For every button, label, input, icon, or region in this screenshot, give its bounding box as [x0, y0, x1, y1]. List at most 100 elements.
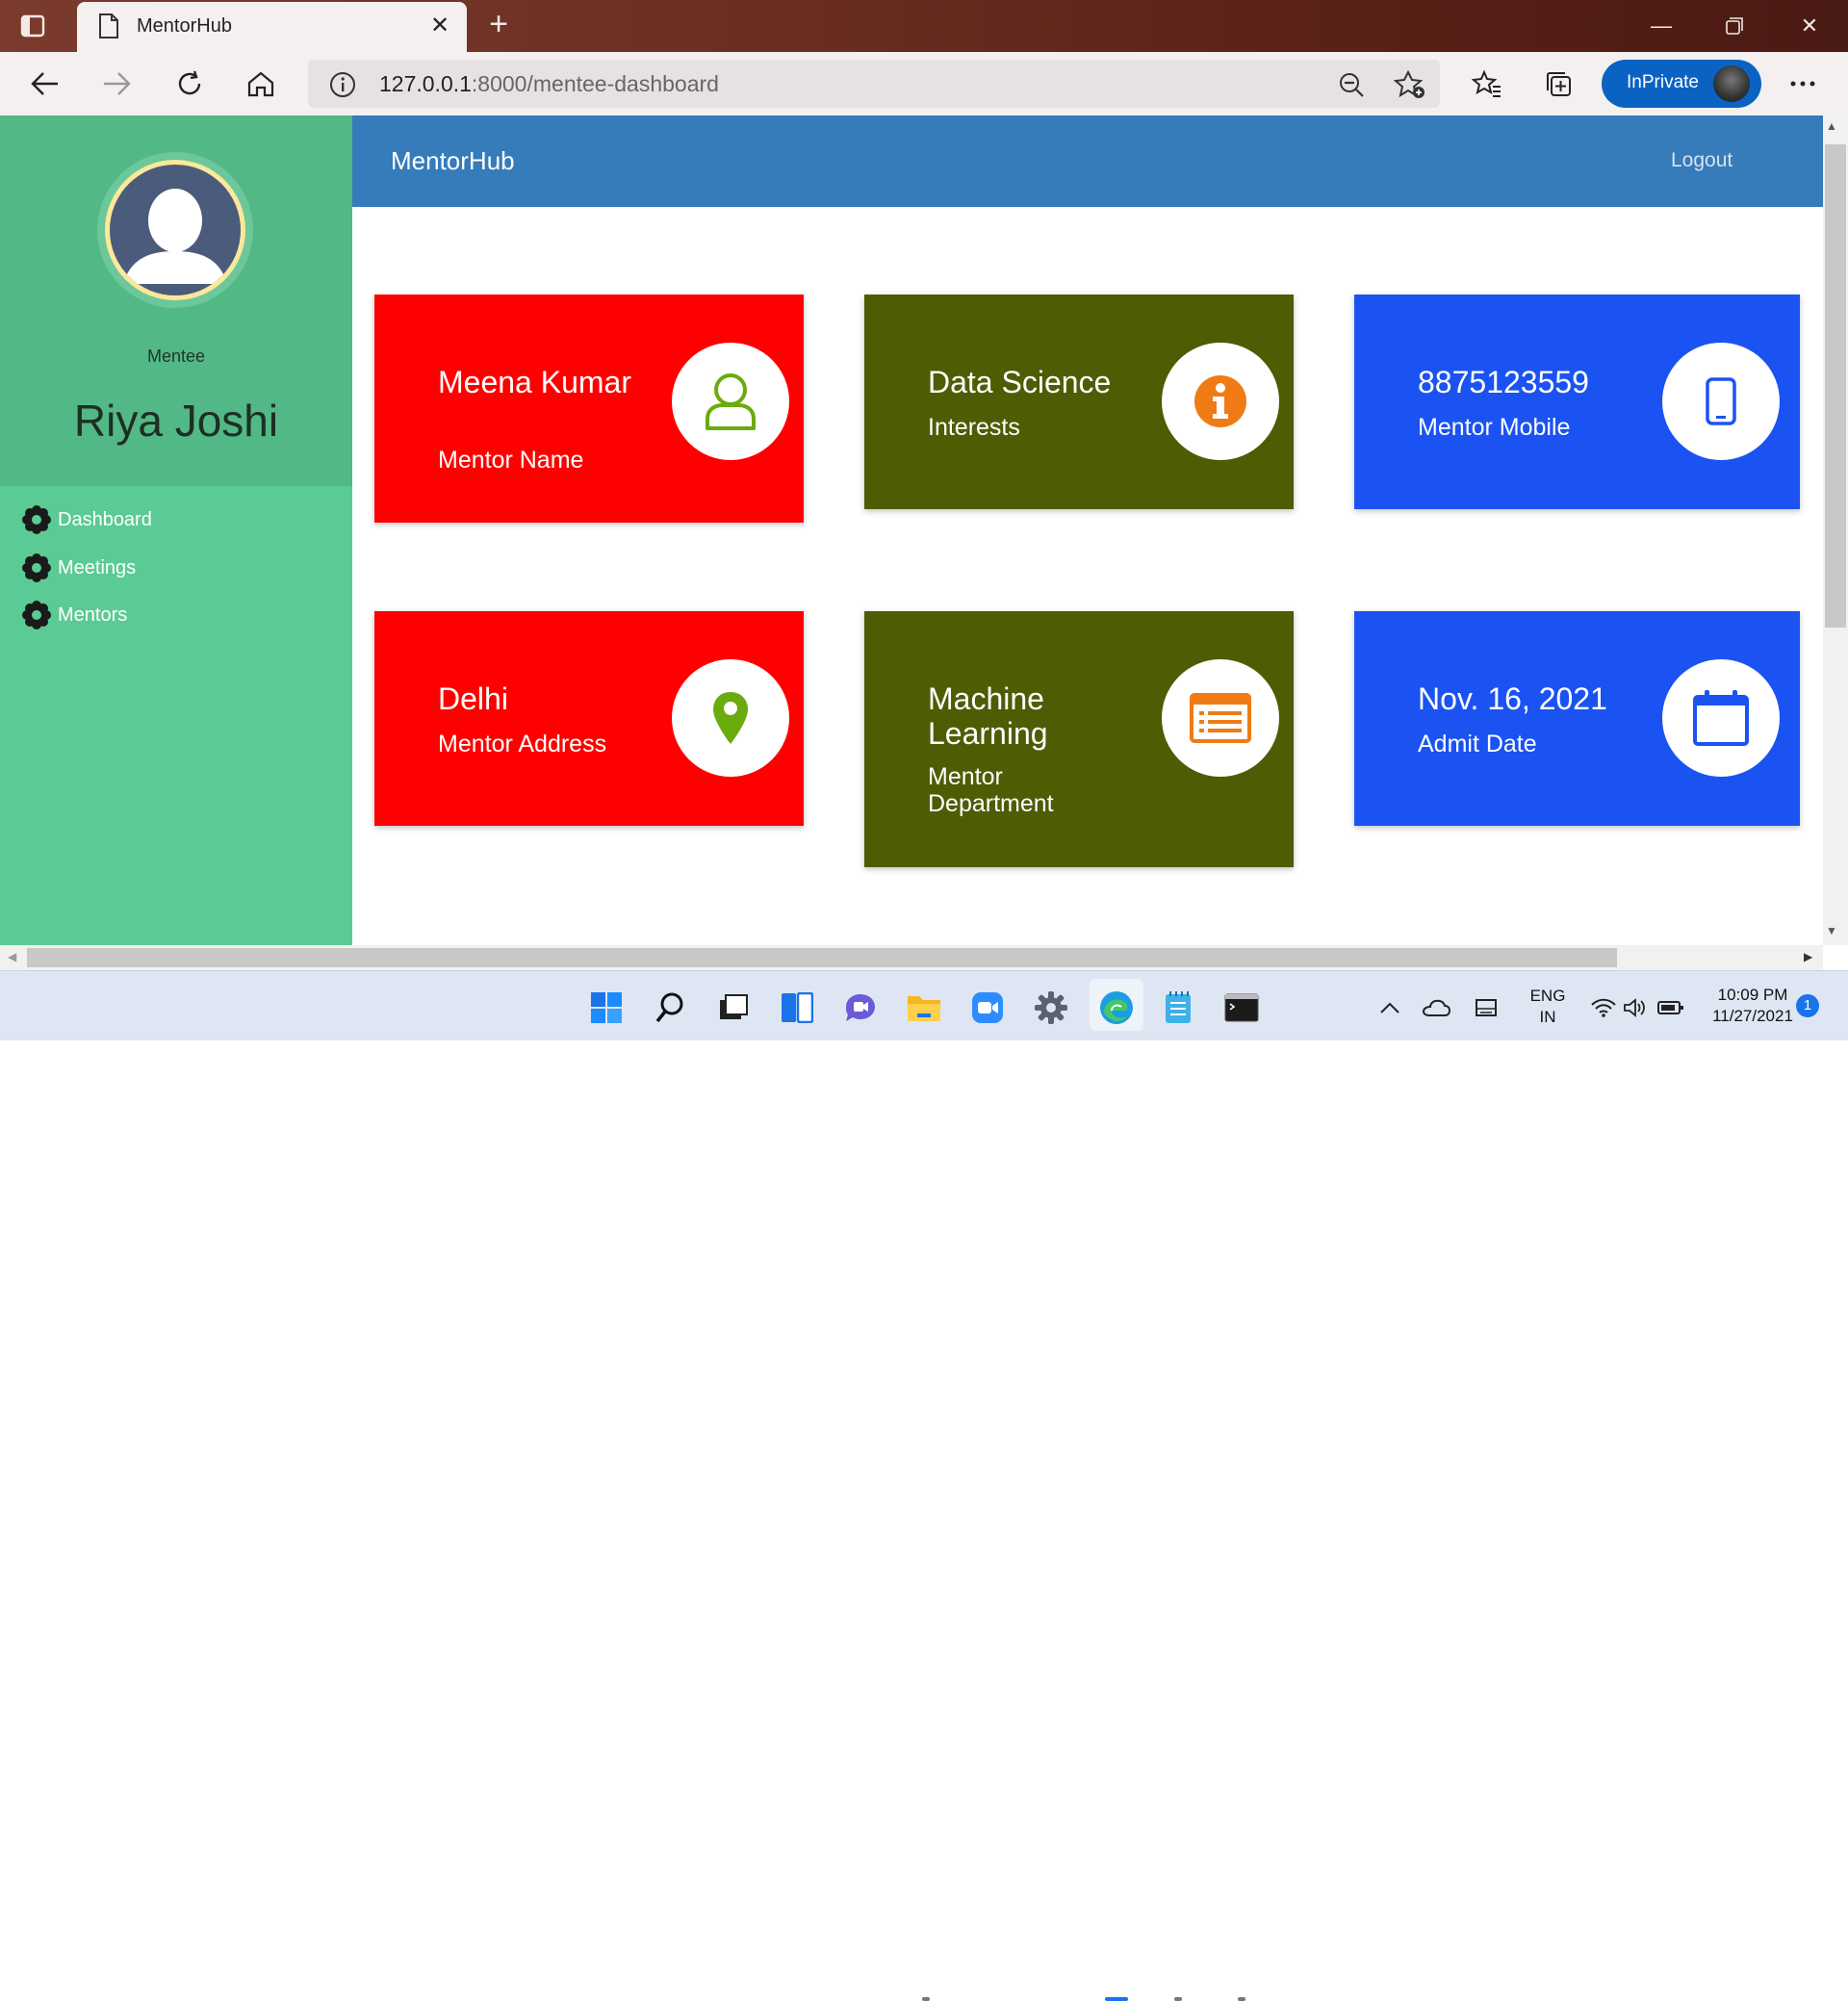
search-icon: [655, 992, 683, 1023]
list-icon: [1190, 693, 1251, 743]
zoom-video-icon: [972, 992, 1003, 1023]
language-indicator[interactable]: ENG IN: [1519, 986, 1577, 1028]
settings-gear-icon: [1035, 991, 1067, 1024]
scroll-left-icon[interactable]: ◀: [8, 950, 16, 963]
url-host: 127.0.0.1: [379, 71, 472, 96]
more-icon: [1790, 81, 1815, 87]
start-button[interactable]: [587, 988, 626, 1027]
card-interests: Data Science Interests: [864, 295, 1294, 509]
back-arrow-icon: [31, 72, 58, 95]
terminal-button[interactable]: [1222, 988, 1261, 1027]
widgets-button[interactable]: [778, 988, 816, 1027]
browser-tab[interactable]: MentorHub ✕: [77, 2, 467, 52]
collections-button[interactable]: [1536, 64, 1580, 104]
scroll-down-icon[interactable]: ▼: [1826, 924, 1837, 937]
gear-icon: [22, 601, 51, 629]
card-admit-date: Nov. 16, 2021 Admit Date: [1354, 611, 1800, 826]
onedrive-button[interactable]: [1417, 988, 1455, 1027]
home-button[interactable]: [239, 64, 283, 104]
collections-icon: [1547, 72, 1571, 96]
horizontal-scroll-thumb[interactable]: [27, 948, 1617, 967]
notepad-button[interactable]: [1159, 988, 1197, 1027]
new-tab-button[interactable]: +: [481, 6, 516, 43]
vertical-scroll-thumb[interactable]: [1825, 144, 1846, 628]
input-indicator-icon: [1476, 999, 1497, 1016]
card-value: 8875123559: [1418, 365, 1589, 399]
chat-icon: [846, 994, 875, 1021]
wifi-icon: [1591, 998, 1616, 1017]
edge-button[interactable]: [1097, 988, 1136, 1027]
sidebar-item-dashboard[interactable]: Dashboard: [21, 503, 152, 536]
address-bar[interactable]: 127.0.0.1:8000/mentee-dashboard: [308, 60, 1440, 108]
card-icon-circle: [672, 659, 789, 777]
card-label: Mentor Department: [928, 763, 1054, 817]
user-name: Riya Joshi: [73, 396, 279, 446]
folder-icon: [908, 996, 940, 1021]
scroll-up-icon[interactable]: ▲: [1826, 119, 1837, 133]
sidebar-item-meetings[interactable]: Meetings: [21, 552, 136, 584]
minimize-button[interactable]: —: [1642, 12, 1681, 40]
forward-button[interactable]: [94, 64, 139, 104]
chevron-up-icon: [1380, 1002, 1399, 1013]
favorites-button[interactable]: [1465, 64, 1509, 104]
close-tab-button[interactable]: ✕: [425, 12, 454, 39]
task-view-icon: [720, 994, 748, 1019]
widgets-icon: [782, 992, 813, 1023]
mobile-icon: [1706, 377, 1736, 425]
sidebar-item-label: Dashboard: [58, 508, 152, 530]
volume-button[interactable]: [1615, 988, 1654, 1027]
card-value: Machine Learning: [928, 681, 1048, 751]
card-mentor-name: Meena Kumar Mentor Name: [374, 295, 804, 523]
notepad-icon: [1166, 991, 1191, 1023]
card-label: Mentor Mobile: [1418, 414, 1571, 441]
file-explorer-button[interactable]: [905, 988, 943, 1027]
card-value: Delhi: [438, 681, 508, 716]
zoom-icon[interactable]: [1338, 71, 1365, 98]
terminal-icon: [1224, 993, 1259, 1022]
refresh-button[interactable]: [167, 64, 212, 104]
home-icon: [247, 71, 274, 97]
card-label: Admit Date: [1418, 731, 1537, 757]
profile-avatar: [1713, 65, 1750, 102]
show-hidden-icons-button[interactable]: [1371, 988, 1409, 1027]
url-text[interactable]: 127.0.0.1:8000/mentee-dashboard: [379, 71, 719, 97]
card-mentor-department: Machine Learning Mentor Department: [864, 611, 1294, 867]
back-button[interactable]: [23, 64, 67, 104]
clock[interactable]: 10:09 PM 11/27/2021: [1700, 985, 1806, 1027]
running-indicator: [922, 1997, 930, 2001]
close-window-button[interactable]: ✕: [1790, 12, 1829, 40]
card-value: Nov. 16, 2021: [1418, 681, 1607, 716]
avatar: [105, 160, 245, 300]
zoom-app-button[interactable]: [968, 988, 1007, 1027]
tab-actions-button[interactable]: [13, 12, 52, 40]
battery-button[interactable]: [1652, 988, 1690, 1027]
chat-button[interactable]: [841, 988, 880, 1027]
card-mentor-address: Delhi Mentor Address: [374, 611, 804, 826]
search-button[interactable]: [651, 988, 689, 1027]
inprivate-label: InPrivate: [1627, 72, 1699, 92]
inprivate-button[interactable]: InPrivate: [1602, 60, 1761, 108]
card-mentor-mobile: 8875123559 Mentor Mobile: [1354, 295, 1800, 509]
title-bar: MentorHub ✕ + — ✕: [0, 0, 1848, 52]
settings-app-button[interactable]: [1032, 988, 1070, 1027]
settings-more-button[interactable]: [1781, 64, 1825, 104]
page-icon: [99, 13, 118, 38]
restore-button[interactable]: [1715, 12, 1754, 40]
language-code: ENG: [1529, 987, 1566, 1005]
notification-badge[interactable]: 1: [1796, 994, 1819, 1017]
brand-link[interactable]: MentorHub: [391, 146, 515, 176]
sidebar-item-mentors[interactable]: Mentors: [21, 599, 127, 631]
site-info-icon[interactable]: [329, 71, 356, 98]
card-value: Meena Kumar: [438, 365, 631, 399]
task-view-button[interactable]: [714, 988, 753, 1027]
logout-link[interactable]: Logout: [1671, 149, 1732, 172]
clock-time: 10:09 PM: [1717, 986, 1788, 1004]
keyboard-button[interactable]: [1467, 988, 1505, 1027]
scroll-right-icon[interactable]: ▶: [1804, 950, 1812, 963]
sidebar-item-label: Mentors: [58, 603, 128, 626]
taskbar: ENG IN 10:09 PM 11/27/2021 1: [0, 970, 1848, 2001]
volume-icon: [1624, 998, 1645, 1017]
calendar-icon: [1693, 690, 1749, 746]
url-path: :8000/mentee-dashboard: [471, 71, 719, 96]
add-favorite-icon[interactable]: [1394, 69, 1426, 100]
